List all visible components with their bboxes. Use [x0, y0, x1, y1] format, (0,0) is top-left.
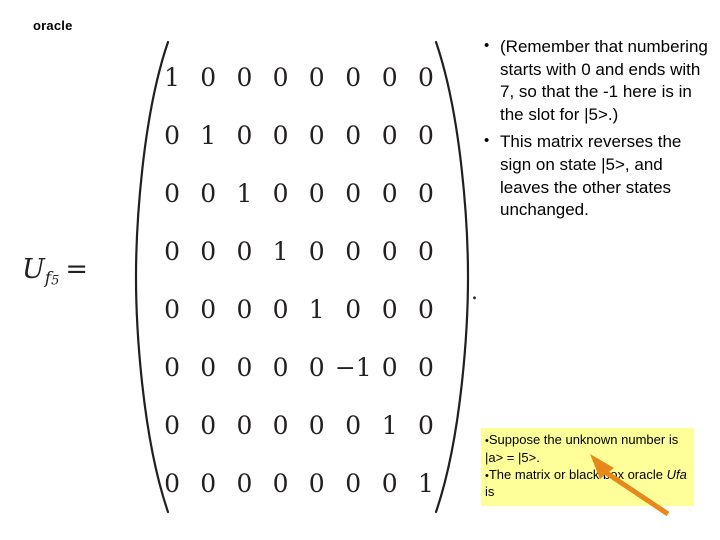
- matrix-cell: 1: [200, 120, 217, 150]
- matrix-label: Uf5 =: [22, 254, 88, 289]
- matrix-label-subscript-index: 5: [51, 273, 60, 289]
- matrix-cell: 0: [272, 120, 289, 150]
- matrix-cell: 0: [200, 468, 217, 498]
- matrix-cell: 0: [381, 294, 398, 324]
- matrix-cell: 0: [308, 236, 325, 266]
- bullet-marker-icon: •: [484, 37, 490, 54]
- callout-line-2-text-a: The matrix or black box oracle: [488, 466, 667, 482]
- matrix-cell: 1: [236, 178, 253, 208]
- matrix-cell: 0: [308, 468, 325, 498]
- matrix-cell: 0: [164, 120, 181, 150]
- matrix-cell: 0: [236, 294, 253, 324]
- matrix-cell: 0: [381, 236, 398, 266]
- matrix-cell: 0: [381, 352, 398, 382]
- matrix-cell: 1: [308, 294, 325, 324]
- matrix-cell: 1: [272, 236, 289, 266]
- bullet-list: • (Remember that numbering starts with 0…: [484, 36, 710, 227]
- matrix-cell: 0: [200, 294, 217, 324]
- matrix-cell: 0: [345, 294, 362, 324]
- callout-line-1-text: Suppose the unknown number is |a> = |5>.: [485, 432, 679, 465]
- matrix-label-equals: =: [65, 254, 88, 285]
- matrix: 1 0 0 0 0 0 0 0 0 1 0 0 0 0 0 0 0 0 1 0 …: [132, 38, 472, 518]
- matrix-cell: 0: [345, 468, 362, 498]
- matrix-cell: 0: [164, 178, 181, 208]
- matrix-equation: Uf5 = 1 0 0 0 0 0 0 0 0 1 0 0 0 0 0 0 0 0: [14, 32, 478, 514]
- matrix-cell: 0: [345, 178, 362, 208]
- matrix-cell: 0: [236, 236, 253, 266]
- matrix-cell: 0: [272, 352, 289, 382]
- list-item: • This matrix reverses the sign on state…: [484, 131, 710, 221]
- matrix-cell: 0: [272, 468, 289, 498]
- matrix-cell: 0: [345, 410, 362, 440]
- matrix-cell: 0: [308, 178, 325, 208]
- matrix-cell: 0: [272, 410, 289, 440]
- matrix-cell: 0: [236, 120, 253, 150]
- matrix-cell: 0: [345, 120, 362, 150]
- matrix-cell: 0: [200, 236, 217, 266]
- matrix-cell: 0: [236, 468, 253, 498]
- matrix-cell: 0: [272, 178, 289, 208]
- callout-line-2-text-b: is: [485, 484, 495, 500]
- matrix-grid: 1 0 0 0 0 0 0 0 0 1 0 0 0 0 0 0 0 0 1 0 …: [154, 48, 444, 512]
- bullet-marker-icon: •: [484, 132, 490, 150]
- matrix-cell: 0: [164, 468, 181, 498]
- matrix-cell: 0: [200, 352, 217, 382]
- matrix-cell: 0: [308, 352, 325, 382]
- matrix-cell: 0: [345, 62, 362, 92]
- matrix-cell: 0: [308, 120, 325, 150]
- matrix-cell: 0: [381, 468, 398, 498]
- list-item-text: (Remember that numbering starts with 0 a…: [500, 37, 708, 124]
- matrix-cell: 0: [381, 178, 398, 208]
- callout-line-2: •The matrix or black box oracle Ufa is: [485, 466, 690, 501]
- matrix-cell: 0: [164, 352, 181, 382]
- matrix-cell: 0: [381, 62, 398, 92]
- matrix-cell: 0: [200, 178, 217, 208]
- callout-line-2-italic: Ufa: [666, 466, 687, 482]
- matrix-cell: 0: [308, 410, 325, 440]
- page-title: oracle: [33, 18, 73, 33]
- matrix-cell: 0: [345, 236, 362, 266]
- matrix-cell: 0: [236, 352, 253, 382]
- matrix-cell: 0: [272, 62, 289, 92]
- matrix-cell: 0: [236, 62, 253, 92]
- right-parenthesis-icon: [430, 38, 472, 516]
- matrix-cell: 0: [200, 62, 217, 92]
- list-item-text: This matrix reverses the sign on state |…: [500, 132, 682, 220]
- matrix-cell: 0: [308, 62, 325, 92]
- matrix-cell: 0: [381, 120, 398, 150]
- matrix-cell: 0: [164, 294, 181, 324]
- callout-box: •Suppose the unknown number is |a> = |5>…: [481, 428, 694, 507]
- matrix-label-symbol: U: [22, 254, 45, 285]
- matrix-cell: 1: [381, 410, 398, 440]
- matrix-cell: 0: [164, 236, 181, 266]
- matrix-cell: 1: [164, 62, 181, 92]
- matrix-cell: 0: [164, 410, 181, 440]
- list-item: • (Remember that numbering starts with 0…: [484, 36, 710, 126]
- matrix-cell: 0: [200, 410, 217, 440]
- matrix-cell: 0: [236, 410, 253, 440]
- callout-line-1: •Suppose the unknown number is |a> = |5>…: [485, 431, 690, 466]
- equation-period: .: [471, 280, 478, 305]
- matrix-cell: 0: [272, 294, 289, 324]
- matrix-cell-negative-one: −1: [334, 352, 372, 382]
